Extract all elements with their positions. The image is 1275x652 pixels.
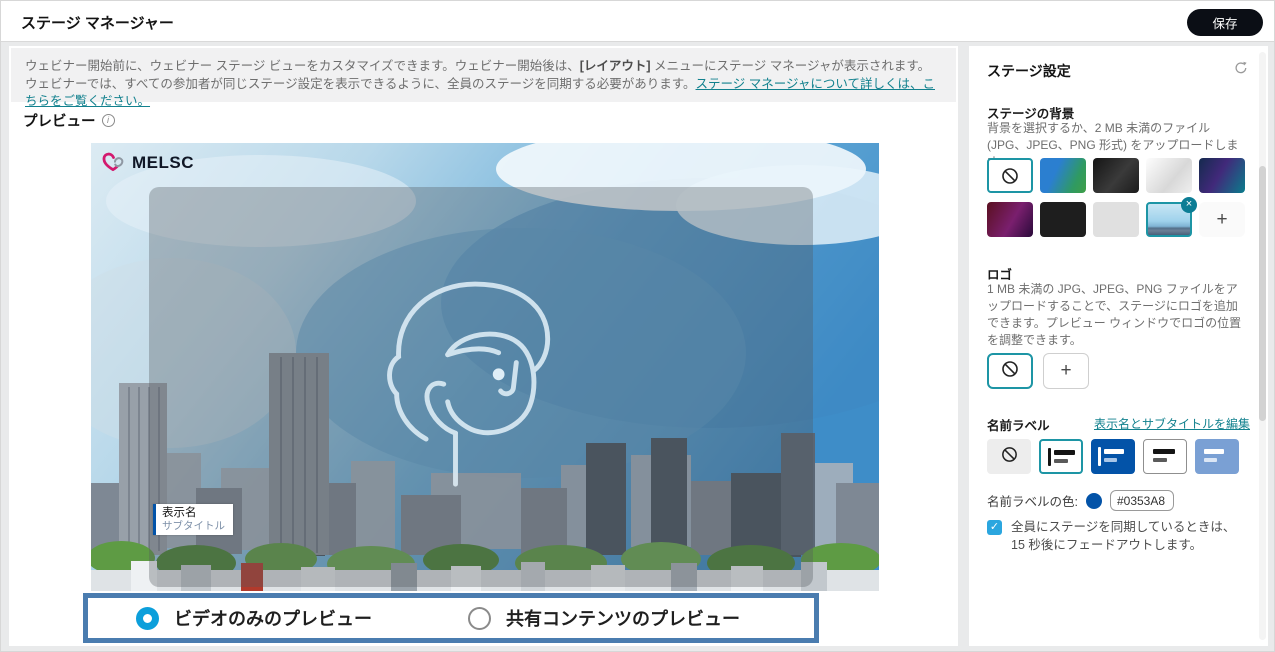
logo-option-add[interactable]: +: [1043, 353, 1089, 389]
radio-shared-content[interactable]: 共有コンテンツのプレビュー: [468, 605, 740, 631]
display-name-text: 表示名: [162, 506, 225, 520]
background-thumbnail-grid: × +: [987, 158, 1245, 237]
sync-fadeout-label: 全員にステージを同期しているときは、15 秒後にフェードアウトします。: [1011, 519, 1249, 554]
no-logo-icon: [1000, 359, 1020, 384]
stage-manager-screen: ステージ マネージャー 保存 ウェビナー開始前に、ウェビナー ステージ ビューを…: [0, 0, 1275, 652]
background-thumb-blue-green[interactable]: [1040, 158, 1086, 193]
preview-heading: プレビュー i: [23, 108, 115, 132]
info-line2-text: ウェビナーでは、すべての参加者が同じステージ設定を表示できるように、全員のステー…: [25, 77, 696, 91]
name-label-style-periwinkle[interactable]: [1195, 439, 1239, 474]
background-thumb-add[interactable]: +: [1199, 202, 1245, 237]
name-label-section-title: 名前ラベル: [987, 415, 1050, 434]
radio-video-only[interactable]: ビデオのみのプレビュー: [136, 605, 372, 631]
no-background-icon: [1000, 166, 1020, 186]
remove-thumbnail-icon[interactable]: ×: [1181, 197, 1197, 213]
save-button[interactable]: 保存: [1187, 9, 1263, 36]
page-title: ステージ マネージャー: [21, 12, 174, 33]
main-panel: ウェビナー開始前に、ウェビナー ステージ ビューをカスタマイズできます。ウェビナ…: [9, 46, 958, 646]
subtitle-text: サブタイトル: [162, 520, 225, 532]
no-name-label-icon: [1000, 445, 1019, 469]
background-thumb-red-purple[interactable]: [987, 202, 1033, 237]
info-banner: ウェビナー開始前に、ウェビナー ステージ ビューをカスタマイズできます。ウェビナ…: [11, 48, 956, 102]
heart-logo-icon: [101, 151, 128, 174]
background-thumb-teal-purple[interactable]: [1199, 158, 1245, 193]
info-line1-post: メニューにステージ マネージャが表示されます。: [651, 59, 931, 73]
info-line1-pre: ウェビナー開始前に、ウェビナー ステージ ビューをカスタマイズできます。ウェビナ…: [25, 59, 580, 73]
logo-option-none[interactable]: [987, 353, 1033, 389]
sidebar-title: ステージ設定: [987, 61, 1071, 81]
radio-selected-icon[interactable]: [136, 607, 159, 630]
name-label-style-light-plain[interactable]: [1143, 439, 1187, 474]
preview-section-title: プレビュー: [23, 110, 96, 131]
stage-settings-sidebar: ステージ設定 ステージの背景 背景を選択するか、2 MB 未満のファイル (JP…: [969, 46, 1268, 646]
refresh-icon[interactable]: [1234, 61, 1248, 78]
video-tile: 表示名 サブタイトル: [149, 187, 813, 587]
top-header: ステージ マネージャー 保存: [1, 1, 1275, 42]
sync-fadeout-checkbox-row[interactable]: ✓ 全員にステージを同期しているときは、15 秒後にフェードアウトします。: [987, 519, 1249, 554]
background-thumb-light-gray[interactable]: [1093, 202, 1139, 237]
background-thumb-dark-wave[interactable]: [1093, 158, 1139, 193]
background-thumb-city-photo[interactable]: ×: [1146, 202, 1192, 237]
name-label-style-dark-blue[interactable]: [1091, 439, 1135, 474]
sidebar-scrollbar-thumb[interactable]: [1259, 166, 1266, 421]
radio-shared-content-label: 共有コンテンツのプレビュー: [506, 605, 740, 631]
radio-unselected-icon[interactable]: [468, 607, 491, 630]
add-icon: +: [1060, 360, 1071, 382]
name-label-style-light-left-bar[interactable]: [1039, 439, 1083, 474]
background-thumb-none[interactable]: [987, 158, 1033, 193]
radio-video-only-label: ビデオのみのプレビュー: [174, 605, 372, 631]
face-placeholder-icon: [354, 237, 609, 497]
info-line1-bold: [レイアウト]: [580, 59, 651, 73]
stage-logo[interactable]: MELSC: [101, 151, 194, 174]
background-thumb-silver[interactable]: [1146, 158, 1192, 193]
preview-stage: MELSC: [91, 143, 879, 591]
edit-display-name-link[interactable]: 表示名とサブタイトルを編集: [1094, 415, 1250, 432]
name-label-overlay[interactable]: 表示名 サブタイトル: [153, 504, 233, 535]
name-label-style-none[interactable]: [987, 439, 1031, 474]
name-label-color-row: 名前ラベルの色:: [987, 490, 1174, 511]
checkbox-check-icon[interactable]: ✓: [987, 520, 1002, 535]
name-label-color-label: 名前ラベルの色:: [987, 491, 1078, 510]
stage-logo-text: MELSC: [132, 153, 194, 173]
name-label-color-swatch[interactable]: [1086, 493, 1102, 509]
info-icon[interactable]: i: [102, 114, 115, 127]
name-label-style-row: [987, 439, 1239, 474]
preview-mode-radio-bar: ビデオのみのプレビュー 共有コンテンツのプレビュー: [83, 593, 819, 643]
background-thumb-black[interactable]: [1040, 202, 1086, 237]
logo-option-row: +: [987, 353, 1089, 389]
logo-section-description: 1 MB 未満の JPG、JPEG、PNG ファイルをアップロードすることで、ス…: [987, 281, 1245, 349]
name-label-color-input[interactable]: [1110, 490, 1174, 511]
add-icon: +: [1216, 209, 1227, 231]
